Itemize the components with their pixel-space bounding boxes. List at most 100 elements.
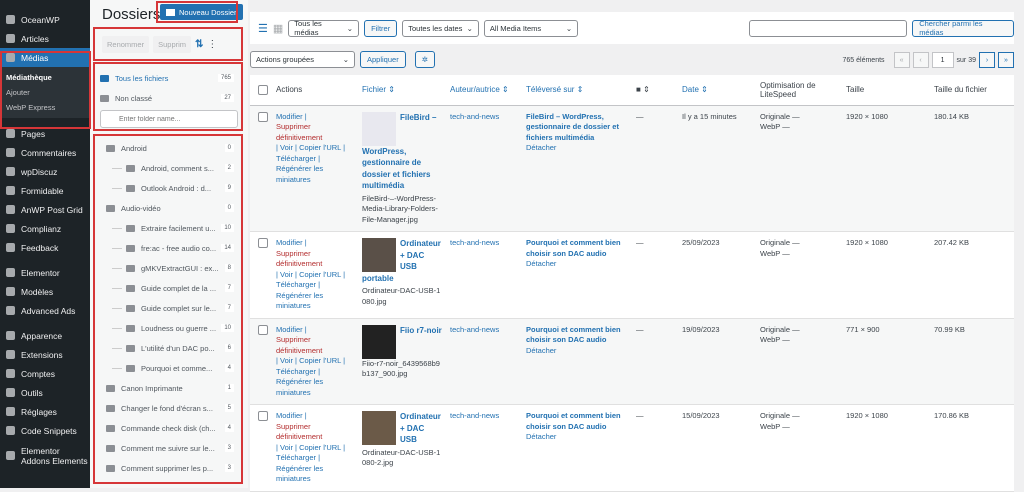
apply-button[interactable]: Appliquer: [360, 51, 406, 68]
folder-item[interactable]: Extraire facilement u...10: [100, 218, 240, 238]
folder-all-files[interactable]: Tous les fichiers765: [100, 68, 240, 88]
view-copy-links[interactable]: | Voir | Copier l'URL |: [276, 143, 345, 152]
col-author[interactable]: Auteur/autrice ⇕: [446, 75, 522, 105]
delete-link[interactable]: Supprimer définitivement: [276, 249, 322, 269]
col-comments[interactable]: ■ ⇕: [632, 75, 678, 105]
sidebar-item-extensions[interactable]: Extensions: [0, 345, 90, 364]
attached-post-link[interactable]: FileBird – WordPress, gestionnaire de do…: [526, 112, 619, 142]
attached-post-link[interactable]: Pourquoi et comment bien choisir son DAC…: [526, 411, 621, 431]
sidebar-item-outils[interactable]: Outils: [0, 383, 90, 402]
sort-icon[interactable]: ⇅: [195, 39, 203, 50]
folder-item[interactable]: Outlook Android : d...9: [100, 178, 240, 198]
folder-item[interactable]: Canon Imprimante1: [100, 378, 240, 398]
folder-item[interactable]: Loudness ou guerre ...10: [100, 318, 240, 338]
filter-button[interactable]: Filtrer: [364, 20, 397, 37]
view-copy-links[interactable]: | Voir | Copier l'URL |: [276, 270, 345, 279]
folder-item[interactable]: Comment supprimer les p...3: [100, 458, 240, 478]
regenerate-link[interactable]: Régénérer les miniatures: [276, 377, 323, 397]
settings-button[interactable]: ✲: [415, 51, 435, 68]
sidebar-item-r-glages[interactable]: Réglages: [0, 402, 90, 421]
edit-link[interactable]: Modifier |: [276, 411, 307, 420]
col-file[interactable]: Fichier ⇕: [358, 75, 446, 105]
row-checkbox[interactable]: [258, 238, 268, 248]
download-link[interactable]: Télécharger |: [276, 367, 320, 376]
more-icon[interactable]: ⋮: [207, 39, 217, 50]
page-input[interactable]: 1: [932, 52, 954, 68]
file-title-link[interactable]: Ordinateur + DAC USB: [400, 412, 441, 444]
media-type-select[interactable]: Tous les médias⌄: [288, 20, 359, 37]
new-folder-button[interactable]: Nouveau Dossier: [160, 4, 243, 20]
date-select[interactable]: Toutes les dates⌄: [402, 20, 479, 37]
sidebar-item-pages[interactable]: Pages: [0, 124, 90, 143]
author-link[interactable]: tech-and-news: [450, 325, 499, 334]
select-all-checkbox[interactable]: [258, 85, 268, 95]
next-page-button[interactable]: ›: [979, 52, 995, 68]
thumbnail[interactable]: [362, 112, 396, 146]
bulk-actions-select[interactable]: Actions groupées⌄: [250, 51, 355, 68]
download-link[interactable]: Télécharger |: [276, 154, 320, 163]
folder-item[interactable]: gMKVExtractGUI : ex...8: [100, 258, 240, 278]
folder-item[interactable]: L'utilité d'un DAC po...6: [100, 338, 240, 358]
thumbnail[interactable]: [362, 411, 396, 445]
author-link[interactable]: tech-and-news: [450, 411, 499, 420]
edit-link[interactable]: Modifier |: [276, 238, 307, 247]
author-link[interactable]: tech-and-news: [450, 238, 499, 247]
sidebar-item-code-snippets[interactable]: Code Snippets: [0, 421, 90, 440]
rename-button[interactable]: Renommer: [102, 36, 149, 53]
sidebar-item-commentaires[interactable]: Commentaires: [0, 143, 90, 162]
detach-link[interactable]: Détacher: [526, 432, 556, 441]
regenerate-link[interactable]: Régénérer les miniatures: [276, 464, 323, 484]
list-view-icon[interactable]: ☰: [258, 22, 268, 35]
folder-item[interactable]: Guide complet de la ...7: [100, 278, 240, 298]
sidebar-item-mod-les[interactable]: Modèles: [0, 282, 90, 301]
folder-item[interactable]: Pourquoi et comme...4: [100, 358, 240, 378]
sidebar-item-feedback[interactable]: Feedback: [0, 238, 90, 257]
folder-item[interactable]: Android0: [100, 138, 240, 158]
delete-link[interactable]: Supprimer définitivement: [276, 122, 322, 142]
search-button[interactable]: Chercher parmi les médias: [912, 20, 1014, 37]
sidebar-item-oceanwp[interactable]: OceanWP: [0, 10, 90, 29]
media-search-input[interactable]: [749, 20, 907, 37]
folder-item[interactable]: Comment me suivre sur le...3: [100, 438, 240, 458]
edit-link[interactable]: Modifier |: [276, 112, 307, 121]
sidebar-item-complianz[interactable]: Complianz: [0, 219, 90, 238]
thumbnail[interactable]: [362, 238, 396, 272]
delete-button[interactable]: Supprim: [153, 36, 191, 53]
last-page-button[interactable]: »: [998, 52, 1014, 68]
grid-view-icon[interactable]: ▦: [273, 22, 283, 35]
row-checkbox[interactable]: [258, 411, 268, 421]
items-select[interactable]: All Media Items⌄: [484, 20, 578, 37]
regenerate-link[interactable]: Régénérer les miniatures: [276, 291, 323, 311]
sidebar-item-apparence[interactable]: Apparence: [0, 326, 90, 345]
prev-page-button[interactable]: ‹: [913, 52, 929, 68]
col-date[interactable]: Date ⇕: [678, 75, 756, 105]
folder-item[interactable]: Android, comment s...2: [100, 158, 240, 178]
file-title-link[interactable]: Fiio r7-noir: [400, 326, 442, 335]
sidebar-item-anwp-post-grid[interactable]: AnWP Post Grid: [0, 200, 90, 219]
delete-link[interactable]: Supprimer définitivement: [276, 335, 322, 355]
sidebar-item-m-dias[interactable]: Médias: [0, 48, 90, 67]
folder-item[interactable]: fre:ac - free audio co...14: [100, 238, 240, 258]
attached-post-link[interactable]: Pourquoi et comment bien choisir son DAC…: [526, 238, 621, 258]
folder-item[interactable]: Changer le fond d'écran s...5: [100, 398, 240, 418]
sidebar-item-elementor-addons-elements[interactable]: Elementor Addons Elements: [0, 446, 90, 465]
regenerate-link[interactable]: Régénérer les miniatures: [276, 164, 323, 184]
download-link[interactable]: Télécharger |: [276, 453, 320, 462]
submenu-item[interactable]: WebP Express: [0, 100, 90, 115]
folder-uncategorized[interactable]: Non classé27: [100, 88, 240, 108]
submenu-item[interactable]: Médiathèque: [0, 70, 90, 85]
submenu-item[interactable]: Ajouter: [0, 85, 90, 100]
first-page-button[interactable]: «: [894, 52, 910, 68]
sidebar-item-advanced-ads[interactable]: Advanced Ads: [0, 301, 90, 320]
thumbnail[interactable]: [362, 325, 396, 359]
folder-item[interactable]: Guide complet sur le...7: [100, 298, 240, 318]
sidebar-item-formidable[interactable]: Formidable: [0, 181, 90, 200]
sidebar-item-elementor[interactable]: Elementor: [0, 263, 90, 282]
view-copy-links[interactable]: | Voir | Copier l'URL |: [276, 356, 345, 365]
folder-item[interactable]: Commande check disk (ch...4: [100, 418, 240, 438]
row-checkbox[interactable]: [258, 325, 268, 335]
author-link[interactable]: tech-and-news: [450, 112, 499, 121]
attached-post-link[interactable]: Pourquoi et comment bien choisir son DAC…: [526, 325, 621, 345]
sidebar-item-wpdiscuz[interactable]: wpDiscuz: [0, 162, 90, 181]
detach-link[interactable]: Détacher: [526, 143, 556, 152]
